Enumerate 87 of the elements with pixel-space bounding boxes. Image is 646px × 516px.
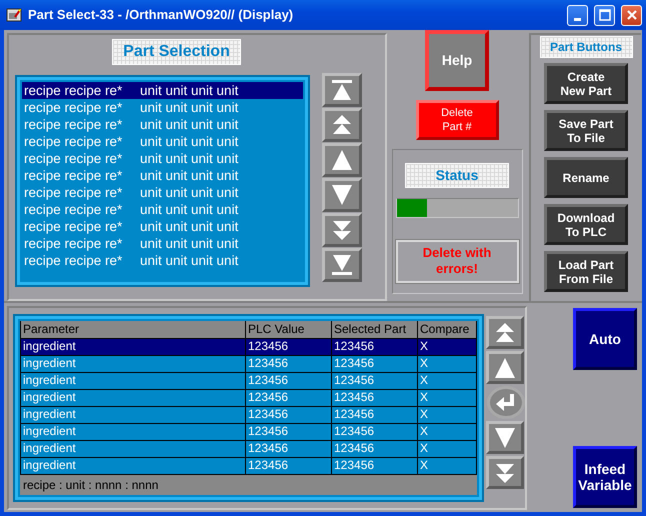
table-cell: ingredient <box>20 457 246 474</box>
status-title: Status <box>405 163 509 188</box>
mode-button[interactable]: Auto <box>573 308 637 370</box>
table-cell: X <box>418 440 476 457</box>
bar-down-icon <box>330 253 354 277</box>
mode-button[interactable]: Infeed Variable <box>573 446 637 508</box>
list-item[interactable]: recipe recipe re* unit unit unit unit <box>22 218 303 235</box>
column-header: PLC Value <box>246 321 332 338</box>
status-message: Delete with errors! <box>396 240 518 283</box>
column-header: Parameter <box>20 321 246 338</box>
delete-button[interactable]: Delete Part # <box>416 100 498 140</box>
up-arrow-icon <box>493 356 517 380</box>
column-header: Selected Part <box>332 321 418 338</box>
table-cell: 123456 <box>246 457 332 474</box>
part-action-button[interactable]: Download To PLC <box>544 204 628 245</box>
table-cell: X <box>418 338 476 355</box>
minimize-icon <box>574 18 581 20</box>
double-up-arrow-button[interactable] <box>486 316 524 349</box>
down-arrow-icon <box>493 426 517 450</box>
table-cell: ingredient <box>20 372 246 389</box>
part-action-button[interactable]: Load Part From File <box>544 251 628 292</box>
table-cell: X <box>418 389 476 406</box>
up-arrow-button[interactable] <box>322 143 362 177</box>
down-arrow-icon <box>330 183 354 207</box>
section-title: Part Buttons <box>540 36 632 58</box>
down-arrow-button[interactable] <box>486 421 524 454</box>
table-cell: 123456 <box>246 406 332 423</box>
double-down-arrow-button[interactable] <box>322 213 362 247</box>
table-cell: 123456 <box>332 338 418 355</box>
part-action-button[interactable]: Create New Part <box>544 63 628 104</box>
table-cell: 123456 <box>332 372 418 389</box>
list-item[interactable]: recipe recipe re* unit unit unit unit <box>22 116 303 133</box>
table-cell: 123456 <box>332 389 418 406</box>
table-cell: ingredient <box>20 338 246 355</box>
double-up-arrow-button[interactable] <box>322 108 362 142</box>
maximize-icon <box>598 9 610 21</box>
column-header: Compare <box>418 321 476 338</box>
table-cell: ingredient <box>20 406 246 423</box>
table-cell: 123456 <box>246 389 332 406</box>
table-cell: ingredient <box>20 389 246 406</box>
table-cell: ingredient <box>20 355 246 372</box>
table-cell: 123456 <box>246 423 332 440</box>
list-item[interactable]: recipe recipe re* unit unit unit unit <box>22 252 303 269</box>
table-cell: 123456 <box>332 457 418 474</box>
list-item[interactable]: recipe recipe re* unit unit unit unit <box>22 150 303 167</box>
double-down-arrow-button[interactable] <box>486 456 524 489</box>
close-button[interactable] <box>621 4 642 26</box>
list-item[interactable]: recipe recipe re* unit unit unit unit <box>22 167 303 184</box>
window-title: Part Select-33 - /OrthmanWO920// (Display) <box>28 6 294 24</box>
list-item[interactable]: recipe recipe re* unit unit unit unit <box>22 184 303 201</box>
up-arrow-button[interactable] <box>486 351 524 384</box>
list-item[interactable]: recipe recipe re* unit unit unit unit <box>22 99 303 116</box>
part-action-button[interactable]: Save Part To File <box>544 110 628 151</box>
table-cell: X <box>418 372 476 389</box>
table-cell: 123456 <box>246 440 332 457</box>
table-cell: X <box>418 457 476 474</box>
table-cell: ingredient <box>20 440 246 457</box>
table-cell: 123456 <box>246 355 332 372</box>
up-arrow-icon <box>330 148 354 172</box>
table-cell: X <box>418 423 476 440</box>
enter-button[interactable] <box>487 386 525 419</box>
table-cell: X <box>418 355 476 372</box>
table-cell: 123456 <box>246 372 332 389</box>
bar-down-button[interactable] <box>322 248 362 282</box>
list-item[interactable]: recipe recipe re* unit unit unit unit <box>22 201 303 218</box>
table-cell: 123456 <box>332 440 418 457</box>
maximize-button[interactable] <box>594 4 615 26</box>
table-cell: 123456 <box>332 355 418 372</box>
table-cell: 123456 <box>332 423 418 440</box>
minimize-button[interactable] <box>567 4 588 26</box>
double-up-arrow-icon <box>493 320 517 344</box>
double-up-arrow-icon <box>330 113 354 137</box>
table-cell: 123456 <box>246 338 332 355</box>
part-action-button[interactable]: Rename <box>544 157 628 198</box>
section-title: Part Selection <box>112 39 241 65</box>
down-arrow-button[interactable] <box>322 178 362 212</box>
list-item[interactable]: recipe recipe re* unit unit unit unit <box>22 133 303 150</box>
list-item[interactable]: recipe recipe re* unit unit unit unit <box>22 82 303 99</box>
app-icon <box>6 7 22 23</box>
list-item[interactable]: recipe recipe re* unit unit unit unit <box>22 235 303 252</box>
table-cell: 123456 <box>332 406 418 423</box>
table-footer: recipe : unit : nnnn : nnnn <box>20 475 477 495</box>
double-down-arrow-icon <box>330 218 354 242</box>
table-cell: ingredient <box>20 423 246 440</box>
close-icon <box>626 9 638 21</box>
table-cell: X <box>418 406 476 423</box>
help-button[interactable]: Help <box>425 30 489 91</box>
